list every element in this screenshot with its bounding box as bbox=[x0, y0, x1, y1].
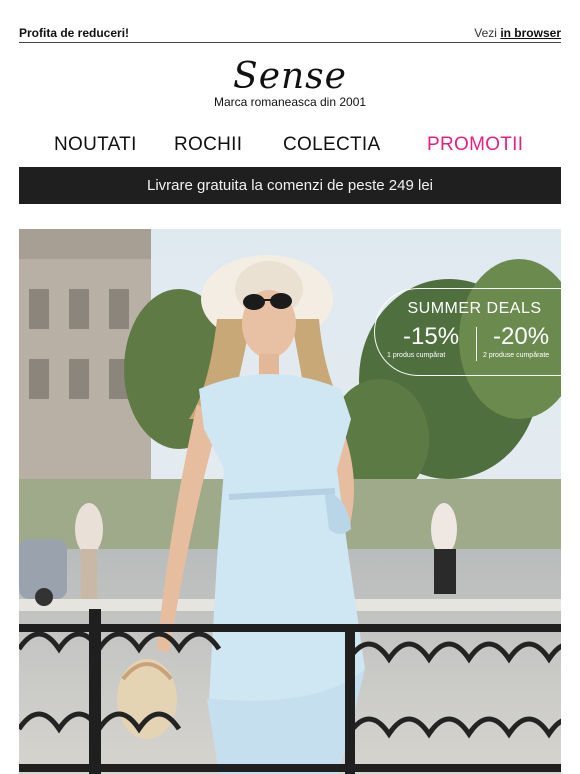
brand-logo[interactable]: Sense bbox=[0, 56, 580, 97]
brand-tagline: Marca romaneasca din 2001 bbox=[213, 95, 367, 109]
nav-item-promotii[interactable]: PROMOTII bbox=[427, 134, 523, 156]
view-in-browser: Vezi in browser bbox=[474, 26, 561, 40]
discount-20-caption: 2 produse cumpărate bbox=[483, 352, 550, 359]
discount-15-caption: 1 produs cumpărat bbox=[387, 352, 446, 359]
nav-item-colectia[interactable]: COLECTIA bbox=[283, 134, 380, 156]
discount-20: -20% bbox=[493, 323, 550, 350]
view-in-browser-prefix: Vezi bbox=[474, 26, 497, 40]
dress bbox=[199, 374, 365, 701]
promo-teaser: Profita de reduceri! bbox=[19, 26, 130, 40]
nav-item-noutati[interactable]: NOUTATI bbox=[54, 134, 137, 156]
deals-divider bbox=[476, 327, 477, 361]
hero-image[interactable]: SUMMER DEALS -15% -20% 1 produs cumpărat… bbox=[19, 229, 561, 774]
free-shipping-banner[interactable]: Livrare gratuita la comenzi de peste 249… bbox=[19, 167, 561, 204]
top-bar: Profita de reduceri! Vezi in browser bbox=[19, 24, 561, 43]
deals-title: SUMMER DEALS bbox=[407, 300, 542, 317]
summer-deals-badge[interactable]: SUMMER DEALS -15% -20% 1 produs cumpărat… bbox=[374, 288, 561, 376]
view-in-browser-link[interactable]: in browser bbox=[500, 26, 561, 40]
discount-15: -15% bbox=[403, 323, 460, 350]
main-nav: NOUTATI ROCHII COLECTIA PROMOTII bbox=[19, 134, 561, 158]
nav-item-rochii[interactable]: ROCHII bbox=[174, 134, 242, 156]
